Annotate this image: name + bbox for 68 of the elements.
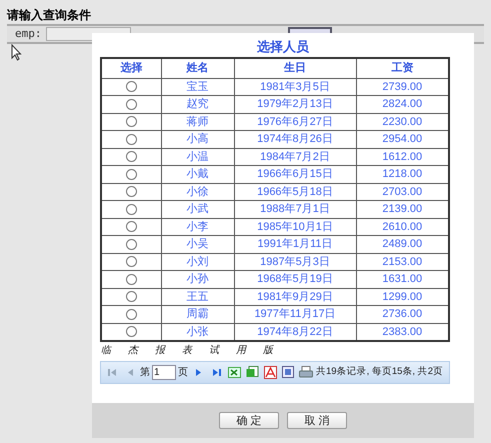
radio-button[interactable] bbox=[126, 98, 137, 110]
pdf-icon[interactable] bbox=[262, 364, 278, 380]
radio-button[interactable] bbox=[126, 256, 137, 268]
radio-button[interactable] bbox=[126, 221, 137, 232]
table-cell: 1966年6月15日 bbox=[234, 166, 356, 183]
table-cell: 周霸 bbox=[161, 306, 234, 323]
column-header: 姓名 bbox=[161, 58, 234, 78]
page-label: 第 bbox=[140, 366, 150, 380]
table-cell: 小戴 bbox=[161, 166, 234, 183]
print-icon[interactable] bbox=[298, 364, 314, 380]
trial-note: 临 bbox=[101, 344, 111, 358]
page-title: 请输入查询条件 bbox=[7, 8, 92, 22]
spreadsheet-icon[interactable] bbox=[244, 364, 260, 380]
table-cell: 1976年6月27日 bbox=[234, 113, 356, 130]
trial-note: 版 bbox=[263, 344, 273, 358]
table-cell: 1987年5月3日 bbox=[234, 253, 356, 270]
table-cell: 1981年9月29日 bbox=[234, 288, 356, 306]
trial-note: 用 bbox=[236, 344, 246, 358]
radio-button[interactable] bbox=[126, 238, 137, 250]
excel-export-icon[interactable] bbox=[226, 364, 242, 380]
cancel-button[interactable]: 取 消 bbox=[287, 412, 347, 429]
table-cell: 赵究 bbox=[161, 96, 234, 113]
trial-note: 报 bbox=[155, 344, 165, 358]
table-cell: 小刘 bbox=[161, 253, 234, 270]
table-cell: 小吴 bbox=[161, 236, 234, 253]
radio-button[interactable] bbox=[126, 204, 137, 215]
field-label: emp: bbox=[15, 26, 42, 42]
table-cell: 1966年5月18日 bbox=[234, 183, 356, 200]
radio-button[interactable] bbox=[126, 134, 137, 145]
page-label: 页 bbox=[178, 366, 188, 380]
dialog-title: 选择人员 bbox=[256, 40, 310, 54]
page-field[interactable]: 1 bbox=[152, 364, 176, 380]
table-cell: 1985年10月1日 bbox=[234, 218, 356, 236]
table-cell: 小高 bbox=[161, 130, 234, 148]
confirm-button[interactable]: 确 定 bbox=[219, 412, 279, 429]
radio-button[interactable] bbox=[126, 291, 137, 302]
radio-button[interactable] bbox=[126, 168, 137, 180]
column-header: 选择 bbox=[101, 58, 161, 78]
radio-button[interactable] bbox=[126, 308, 137, 320]
trial-note: 试 bbox=[209, 344, 219, 358]
table-cell: 1984年7月2日 bbox=[234, 148, 356, 166]
table-cell: 蒋师 bbox=[161, 113, 234, 130]
radio-button[interactable] bbox=[126, 81, 137, 92]
table-cell: 小孙 bbox=[161, 270, 234, 288]
table-cell: 1977年11月17日 bbox=[234, 306, 356, 323]
table-cell: 1991年1月11日 bbox=[234, 236, 356, 253]
radio-button[interactable] bbox=[126, 326, 137, 337]
table-cell: 小徐 bbox=[161, 183, 234, 200]
table-cell: 王五 bbox=[161, 288, 234, 306]
column-header: 生日 bbox=[234, 58, 356, 78]
radio-button[interactable] bbox=[126, 116, 137, 128]
table-cell: 1979年2月13日 bbox=[234, 96, 356, 113]
table-cell: 1974年8月26日 bbox=[234, 130, 356, 148]
radio-button[interactable] bbox=[126, 186, 137, 198]
trial-note: 杰 bbox=[128, 344, 138, 358]
pager-summary: 共19条记录, 每页15条, 共2页 bbox=[316, 364, 443, 379]
document-icon[interactable] bbox=[280, 364, 296, 380]
trial-note: 表 bbox=[182, 344, 192, 358]
table-cell: 1981年3月5日 bbox=[234, 78, 356, 96]
table-cell: 小李 bbox=[161, 218, 234, 236]
table-cell: 小武 bbox=[161, 200, 234, 218]
table-cell: 小温 bbox=[161, 148, 234, 166]
radio-button[interactable] bbox=[126, 274, 137, 285]
table-cell: 1968年5月19日 bbox=[234, 270, 356, 288]
radio-button[interactable] bbox=[126, 151, 137, 162]
table-cell: 1988年7月1日 bbox=[234, 200, 356, 218]
table-cell: 宝玉 bbox=[161, 78, 234, 96]
cursor-icon bbox=[11, 44, 22, 61]
